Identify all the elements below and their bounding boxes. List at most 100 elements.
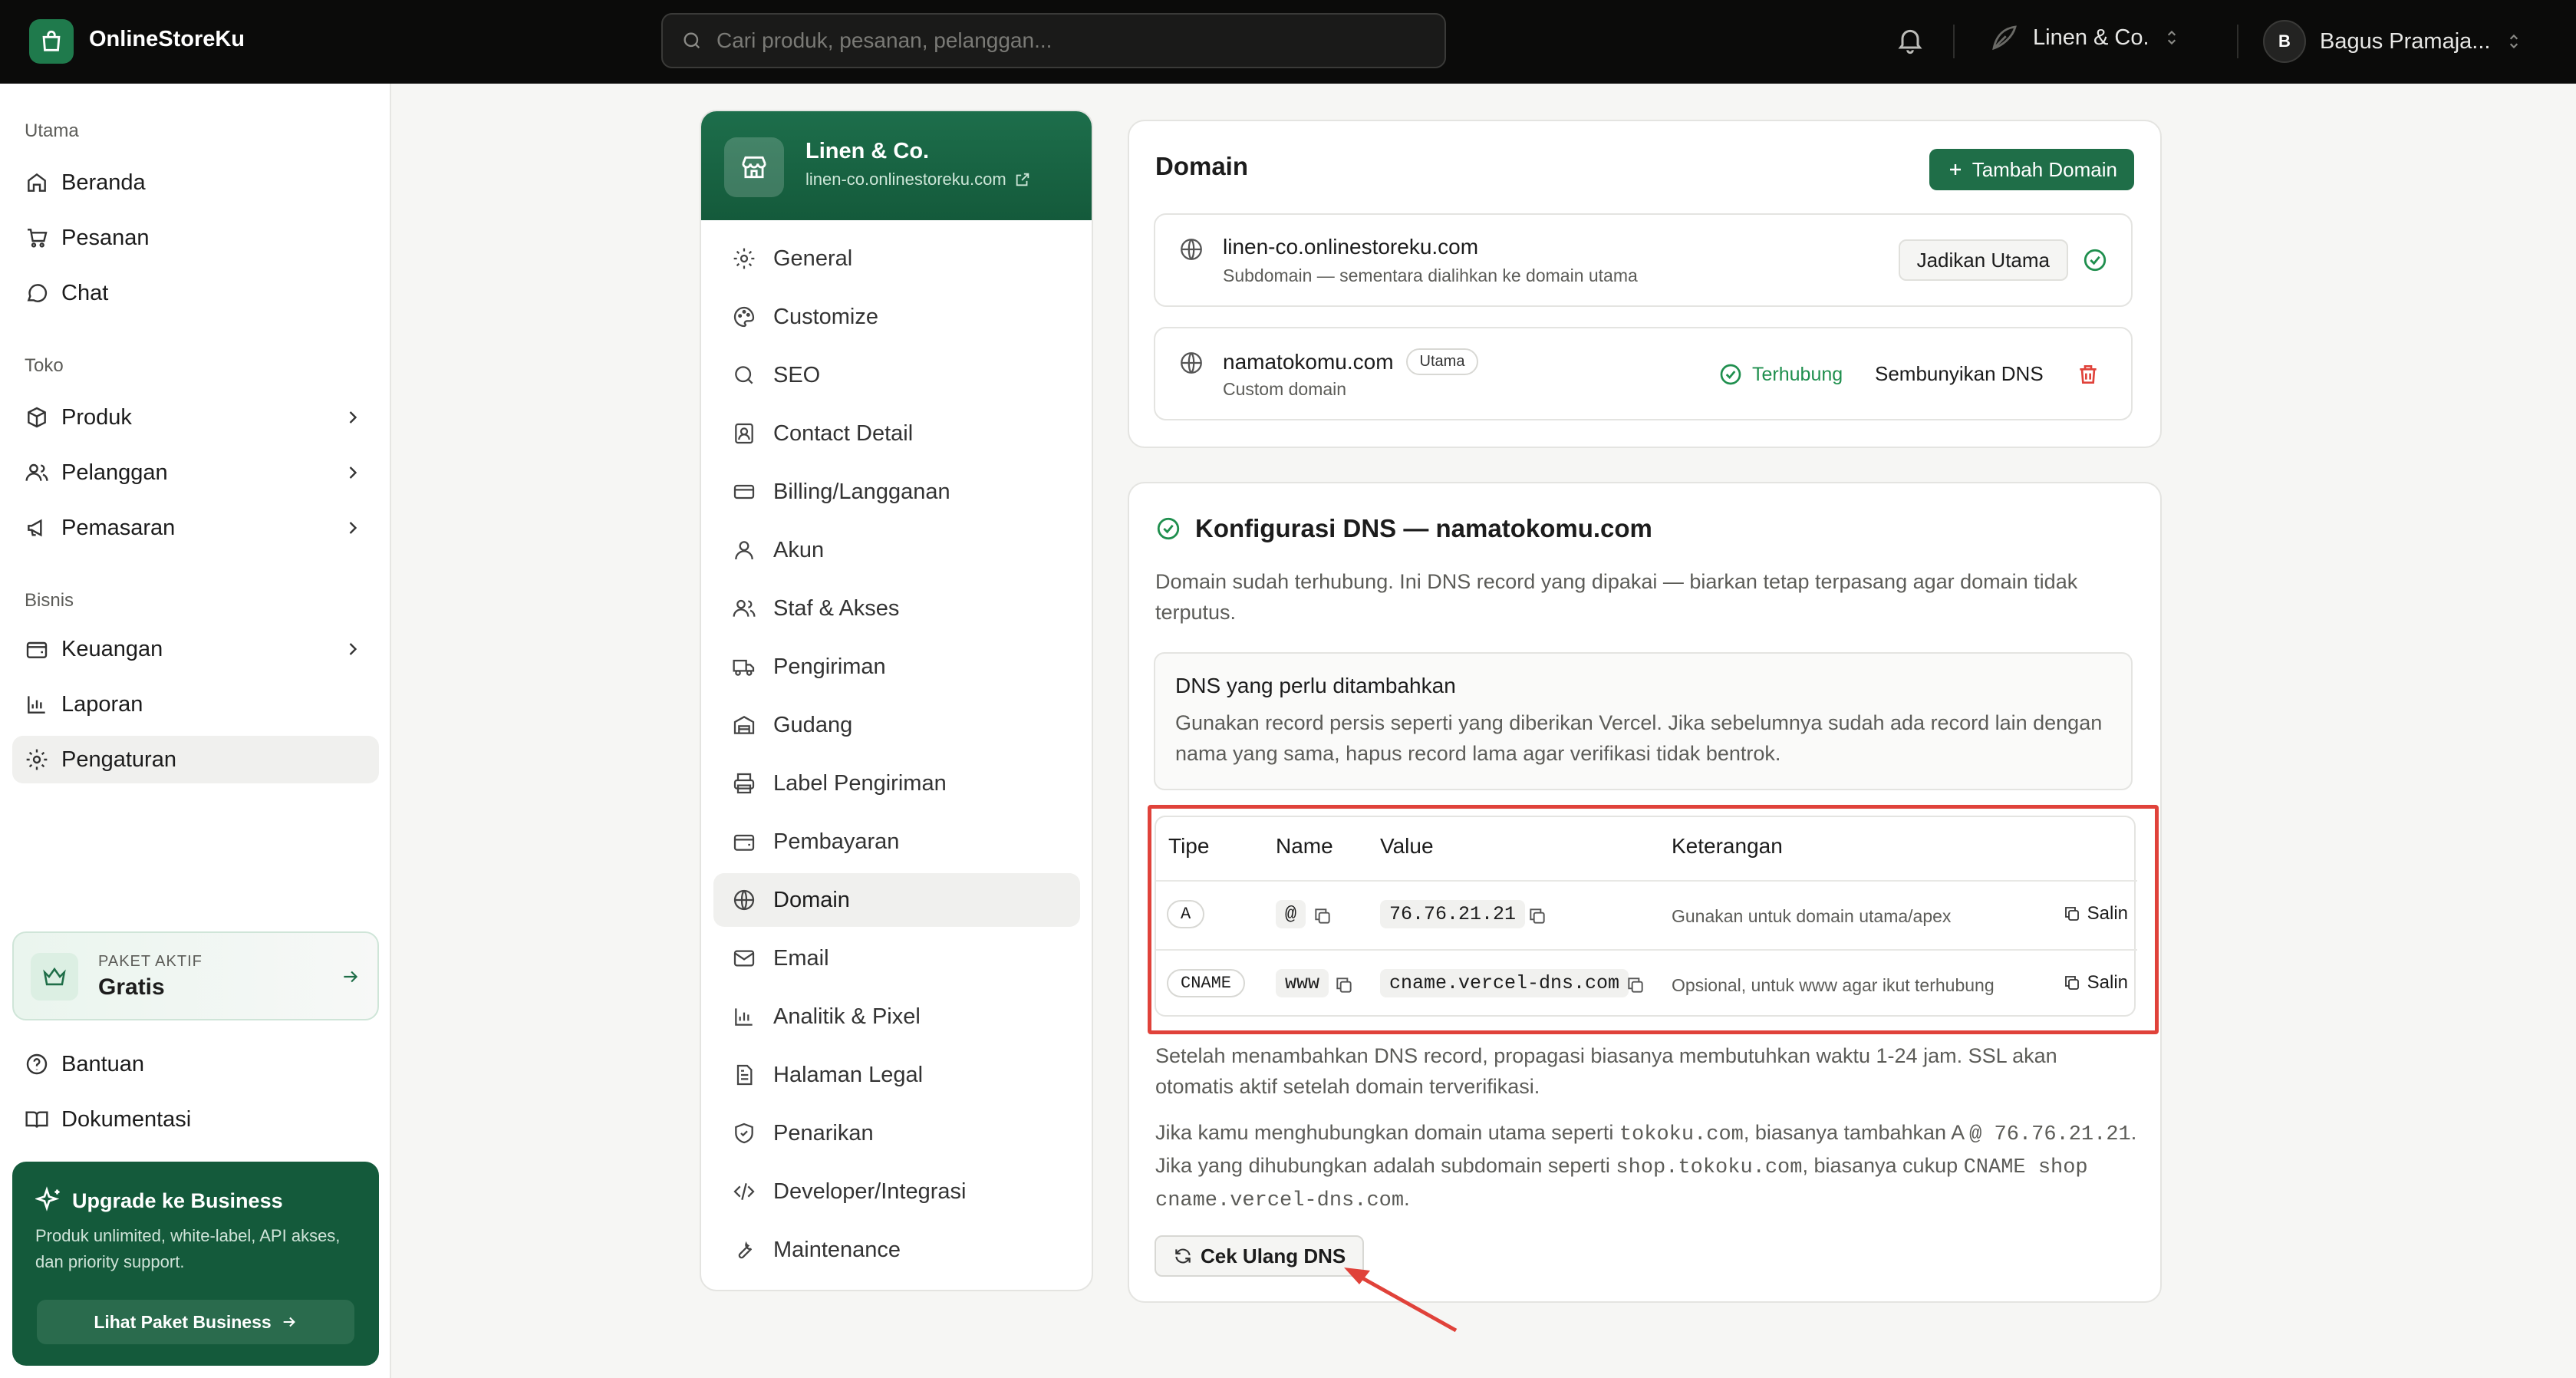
sidebar-item-pelanggan[interactable]: Pelanggan — [12, 449, 379, 496]
wallet-icon — [733, 834, 755, 851]
see-business-plan-button[interactable]: Lihat Paket Business — [37, 1300, 354, 1344]
divider — [1953, 25, 1955, 58]
store-url-link[interactable]: linen-co.onlinestoreku.com — [805, 170, 1031, 190]
domain-name: namatokomu.com — [1223, 349, 1394, 374]
copy-label: Salin — [2087, 972, 2128, 993]
copy-button[interactable]: Salin — [2063, 972, 2128, 994]
hide-dns-button[interactable]: Sembunyikan DNS — [1875, 362, 2044, 386]
settings-item-analitik-pixel[interactable]: Analitik & Pixel — [713, 990, 1080, 1043]
copy-icon[interactable] — [1313, 906, 1332, 926]
copy-icon[interactable] — [1626, 975, 1645, 995]
app-name[interactable]: OnlineStoreKu — [89, 27, 245, 52]
check-circle-icon — [1720, 364, 1741, 385]
sidebar-item-pesanan[interactable]: Pesanan — [12, 214, 379, 262]
recheck-dns-button[interactable]: Cek Ulang DNS — [1155, 1235, 1365, 1277]
settings-item-seo[interactable]: SEO — [713, 348, 1080, 402]
copy-button[interactable]: Salin — [2063, 903, 2128, 925]
add-domain-button[interactable]: Tambah Domain — [1929, 149, 2134, 190]
hint-code: @ 76.76.21.21 — [1969, 1123, 2131, 1146]
upgrade-card: Upgrade ke Business Produk unlimited, wh… — [12, 1162, 379, 1366]
sidebar-item-label: Pelanggan — [61, 460, 168, 485]
settings-item-developer-integrasi[interactable]: Developer/Integrasi — [713, 1165, 1080, 1218]
settings-item-label: Contact Detail — [773, 420, 914, 446]
user-name: Bagus Pramaja... — [2320, 28, 2491, 54]
search-input[interactable] — [716, 28, 1407, 53]
sidebar-item-laporan[interactable]: Laporan — [12, 681, 379, 728]
table-row: A @ 76.76.21.21 Gunakan untuk domain uta… — [1156, 880, 2137, 949]
domain-sub: Subdomain — sementara dialihkan ke domai… — [1223, 265, 1638, 285]
store-switcher[interactable]: Linen & Co. — [1988, 21, 2182, 54]
settings-item-label: Analitik & Pixel — [773, 1004, 921, 1029]
sidebar-item-keuangan[interactable]: Keuangan — [12, 625, 379, 673]
sidebar-item-produk[interactable]: Produk — [12, 394, 379, 441]
leaf-icon — [1992, 25, 2017, 51]
copy-icon — [2064, 907, 2079, 921]
info-box-title: DNS yang perlu ditambahkan — [1175, 674, 1456, 697]
settings-item-gudang[interactable]: Gudang — [713, 698, 1080, 752]
sidebar-item-label: Dokumentasi — [61, 1106, 192, 1132]
card-icon — [733, 484, 755, 499]
settings-item-general[interactable]: General — [713, 232, 1080, 285]
settings-item-pembayaran[interactable]: Pembayaran — [713, 815, 1080, 869]
copy-icon[interactable] — [1527, 906, 1547, 926]
crown-icon — [31, 953, 78, 1001]
users-icon — [733, 599, 756, 617]
section-label: Toko — [25, 355, 64, 376]
settings-item-label: Halaman Legal — [773, 1062, 924, 1087]
sidebar-item-pengaturan[interactable]: Pengaturan — [12, 736, 379, 783]
trash-icon[interactable] — [2076, 362, 2100, 387]
button-label: Cek Ulang DNS — [1201, 1244, 1346, 1268]
sidebar-item-bantuan[interactable]: Bantuan — [12, 1040, 379, 1088]
status-badge: Terhubung — [1718, 362, 1843, 387]
sidebar-item-beranda[interactable]: Beranda — [12, 159, 379, 206]
settings-item-halaman-legal[interactable]: Halaman Legal — [713, 1048, 1080, 1102]
status-label: Terhubung — [1752, 363, 1843, 385]
sidebar-item-pemasaran[interactable]: Pemasaran — [12, 504, 379, 552]
settings-item-contact-detail[interactable]: Contact Detail — [713, 407, 1080, 460]
copy-icon[interactable] — [1334, 975, 1354, 995]
settings-item-label: SEO — [773, 362, 821, 387]
settings-item-maintenance[interactable]: Maintenance — [713, 1223, 1080, 1277]
make-primary-button[interactable]: Jadikan Utama — [1898, 239, 2068, 281]
settings-item-label: Maintenance — [773, 1237, 901, 1262]
user-menu[interactable]: B Bagus Pramaja... — [2263, 20, 2524, 63]
global-search[interactable] — [661, 13, 1446, 68]
settings-item-label: Billing/Langganan — [773, 479, 950, 504]
section-label: Utama — [25, 120, 79, 141]
settings-item-customize[interactable]: Customize — [713, 290, 1080, 344]
store-url: linen-co.onlinestoreku.com — [805, 170, 1006, 189]
button-label: Tambah Domain — [1972, 157, 2117, 181]
settings-item-label-pengiriman[interactable]: Label Pengiriman — [713, 757, 1080, 810]
plan-label: PAKET AKTIF — [98, 953, 203, 970]
active-plan-card[interactable]: PAKET AKTIF Gratis — [12, 931, 379, 1020]
settings-item-domain[interactable]: Domain — [713, 873, 1080, 927]
store-title: Linen & Co. — [805, 139, 930, 163]
domain-sub: Custom domain — [1223, 379, 1347, 399]
dns-title: Konfigurasi DNS — namatokomu.com — [1155, 514, 1652, 543]
warehouse-icon — [733, 716, 755, 734]
settings-item-email[interactable]: Email — [713, 931, 1080, 985]
domain-card: Domain Tambah Domain linen-co.onlinestor… — [1128, 120, 2162, 448]
box-icon — [28, 407, 46, 428]
store-logo-icon[interactable] — [29, 19, 74, 64]
upgrade-title: Upgrade ke Business — [72, 1189, 283, 1212]
settings-item-billing-langganan[interactable]: Billing/Langganan — [713, 465, 1080, 519]
sidebar-item-dokumentasi[interactable]: Dokumentasi — [12, 1096, 379, 1143]
sidebar-item-chat[interactable]: Chat — [12, 269, 379, 317]
check-circle-icon — [1157, 517, 1180, 540]
top-bar: OnlineStoreKu Linen & Co. B Bagus Pramaj… — [0, 0, 2576, 84]
chevron-right-icon — [349, 466, 357, 479]
settings-item-akun[interactable]: Akun — [713, 523, 1080, 577]
code-icon — [733, 1183, 755, 1200]
settings-item-staf-akses[interactable]: Staf & Akses — [713, 582, 1080, 635]
search-icon — [735, 366, 753, 384]
settings-item-pengiriman[interactable]: Pengiriman — [713, 640, 1080, 694]
cart-icon — [28, 229, 48, 248]
settings-nav-panel: Linen & Co. linen-co.onlinestoreku.com G… — [700, 110, 1093, 1291]
chevron-right-icon — [349, 522, 357, 534]
bell-icon[interactable] — [1895, 25, 1925, 55]
hint-text: Jika kamu menghubungkan domain utama sep… — [1155, 1121, 1619, 1144]
settings-item-penarikan[interactable]: Penarikan — [713, 1106, 1080, 1160]
refresh-icon — [1175, 1248, 1191, 1264]
truck-icon — [733, 659, 755, 676]
